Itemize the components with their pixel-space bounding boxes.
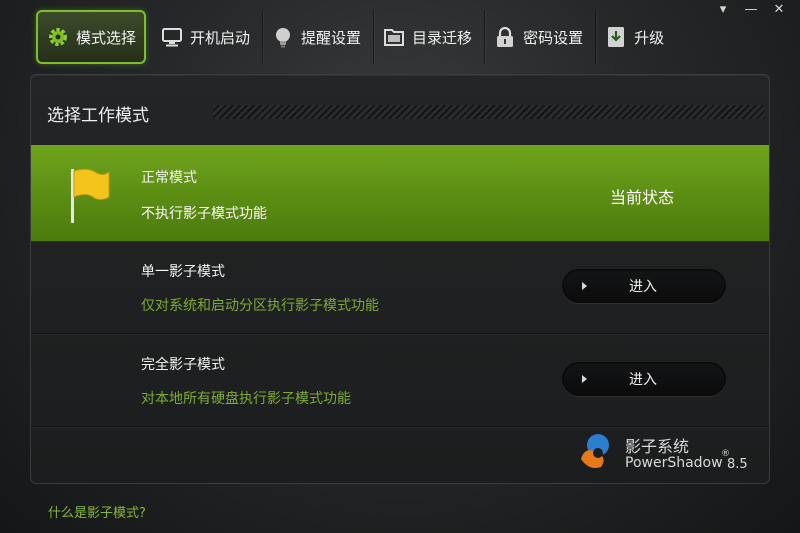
play-arrow-icon (582, 375, 587, 383)
brand-name-en: PowerShadow (625, 455, 723, 471)
brand-logo-block: 影子系统 PowerShadow ® 8.5 (577, 427, 757, 475)
enter-single-shadow-button[interactable]: 进入 (562, 269, 726, 303)
folder-icon (382, 25, 406, 49)
close-button[interactable]: ✕ (772, 2, 786, 18)
tab-password[interactable]: 密码设置 (485, 10, 597, 64)
powershadow-logo-icon (581, 434, 609, 468)
tab-mode-select[interactable]: 模式选择 (36, 10, 147, 64)
current-state-label: 当前状态 (609, 188, 674, 207)
tab-directory-migration[interactable]: 目录迁移 (374, 10, 486, 64)
title-hatch-divider (213, 105, 765, 119)
button-label: 进入 (629, 372, 657, 388)
tab-label: 开机启动 (190, 28, 251, 47)
tab-label: 密码设置 (523, 28, 584, 47)
skin-menu-button[interactable]: ▾ (716, 2, 730, 18)
main-toolbar: 模式选择 开机启动 提醒设置 目录迁移 密码设置 升级 (36, 10, 676, 64)
enter-full-shadow-button[interactable]: 进入 (562, 362, 726, 396)
flag-icon (71, 168, 110, 223)
brand-name-cn: 影子系统 (625, 437, 690, 456)
window-controls: ▾ — ✕ (716, 2, 786, 18)
version-label: 8.5 (727, 457, 748, 472)
tab-upgrade[interactable]: 升级 (596, 10, 676, 64)
panel-title: 选择工作模式 (47, 106, 149, 126)
mode-name: 完全影子模式 (141, 357, 225, 373)
tab-reminder[interactable]: 提醒设置 (263, 10, 375, 64)
mode-panel: 选择工作模式 正常模式 不执行影子模式功能 当前状态 单一影子模式 仅对系统和启… (30, 74, 770, 484)
gear-icon (46, 25, 70, 49)
monitor-icon (160, 25, 184, 49)
mode-row-single-shadow: 单一影子模式 仅对系统和启动分区执行影子模式功能 进入 (31, 241, 769, 334)
bulb-icon (271, 25, 295, 49)
tab-startup[interactable]: 开机启动 (152, 10, 264, 64)
mode-description: 不执行影子模式功能 (141, 206, 267, 222)
play-arrow-icon (582, 282, 587, 290)
mode-description: 对本地所有硬盘执行影子模式功能 (141, 391, 351, 407)
tab-label: 升级 (634, 28, 665, 47)
tab-label: 目录迁移 (412, 28, 473, 47)
mode-row-normal[interactable]: 正常模式 不执行影子模式功能 当前状态 (31, 145, 769, 241)
mode-name: 正常模式 (141, 170, 197, 186)
mode-description: 仅对系统和启动分区执行影子模式功能 (141, 298, 379, 314)
minimize-button[interactable]: — (744, 2, 758, 18)
tab-label: 模式选择 (76, 28, 137, 47)
what-is-shadow-mode-link[interactable]: 什么是影子模式? (48, 502, 146, 521)
button-label: 进入 (629, 279, 657, 295)
upgrade-icon (604, 25, 628, 49)
mode-name: 单一影子模式 (141, 264, 225, 280)
lock-icon (493, 25, 517, 49)
mode-row-full-shadow: 完全影子模式 对本地所有硬盘执行影子模式功能 进入 (31, 334, 769, 427)
tab-label: 提醒设置 (301, 28, 362, 47)
